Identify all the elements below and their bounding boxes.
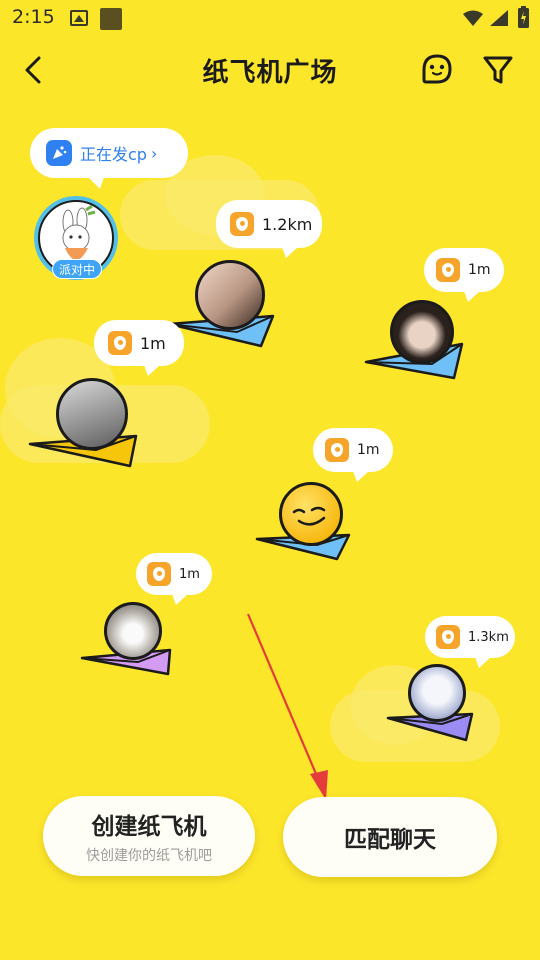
user-avatar[interactable] — [390, 300, 454, 364]
distance-bubble: 1.3km — [425, 616, 515, 668]
distance-bubble: 1m — [313, 428, 393, 482]
match-chat-label: 匹配聊天 — [344, 827, 436, 853]
create-plane-label: 创建纸飞机 — [91, 814, 207, 840]
distance-bubble: 1.2km — [216, 200, 322, 258]
user-avatar[interactable] — [104, 602, 162, 660]
distance-text: 1m — [468, 262, 491, 278]
location-pin-icon — [436, 258, 460, 282]
distance-bubble: 1m — [136, 553, 212, 605]
face-button[interactable] — [418, 50, 456, 88]
user-avatar[interactable] — [408, 664, 466, 722]
emoji-avatar[interactable] — [279, 482, 343, 546]
battery-charging-icon — [518, 6, 529, 28]
party-cp-bubble[interactable]: 正在发cp › — [30, 128, 188, 189]
distance-bubble: 1m — [94, 320, 184, 376]
distance-text: 1.3km — [468, 629, 509, 645]
image-notification-icon — [70, 10, 88, 26]
distance-text: 1m — [179, 566, 200, 582]
match-chat-button[interactable]: 匹配聊天 — [283, 797, 497, 877]
chevron-left-icon — [25, 56, 41, 84]
face-icon — [422, 54, 452, 84]
party-status-badge: 派对中 — [52, 259, 102, 279]
create-plane-button[interactable]: 创建纸飞机 快创建你的纸飞机吧 — [43, 796, 255, 876]
filter-icon — [483, 56, 513, 84]
distance-bubble: 1m — [424, 248, 504, 302]
party-popper-icon — [46, 140, 72, 166]
distance-text: 1m — [357, 442, 380, 458]
location-pin-icon — [436, 625, 460, 649]
signal-icon — [490, 10, 508, 26]
status-bar: 2:15 — [0, 0, 540, 36]
location-pin-icon — [230, 212, 254, 236]
back-button[interactable] — [18, 52, 52, 88]
distance-text: 1m — [140, 333, 166, 353]
party-bubble-text: 正在发cp — [80, 145, 147, 164]
chevron-right-icon: › — [150, 143, 158, 163]
location-pin-icon — [325, 438, 349, 462]
location-pin-icon — [147, 562, 171, 586]
location-pin-icon — [108, 331, 132, 355]
distance-text: 1.2km — [262, 214, 313, 234]
filter-button[interactable] — [480, 50, 516, 88]
wifi-icon — [463, 10, 483, 26]
status-time: 2:15 — [12, 6, 55, 28]
smirk-face-icon — [292, 506, 326, 526]
user-avatar[interactable] — [195, 260, 265, 330]
create-plane-sublabel: 快创建你的纸飞机吧 — [86, 848, 212, 864]
user-avatar[interactable] — [56, 378, 128, 450]
app-notification-icon — [100, 8, 122, 30]
page-title: 纸飞机广场 — [202, 58, 338, 88]
pointer-arrow — [246, 613, 328, 800]
